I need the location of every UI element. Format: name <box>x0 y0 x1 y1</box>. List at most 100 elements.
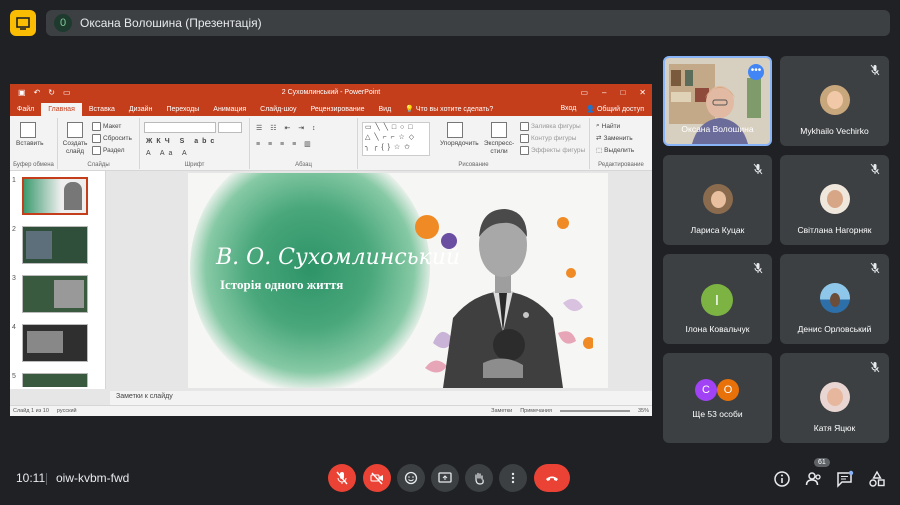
emoji-icon <box>404 471 418 485</box>
select-icon: ⬚ <box>596 147 603 154</box>
thumb-number: 1 <box>12 177 16 184</box>
font-label: Шрифт <box>184 162 205 168</box>
people-icon[interactable] <box>805 470 823 488</box>
portrait-photo <box>415 209 593 388</box>
sign-in-link: Вход <box>560 105 577 112</box>
more-options-icon[interactable]: ••• <box>748 64 764 80</box>
participant-tile[interactable]: Лариса Куцак <box>663 155 772 245</box>
clipboard-label: Буфер обмена <box>13 162 54 168</box>
activities-icon[interactable] <box>868 470 886 488</box>
participant-name: Mykhailo Vechirko <box>800 126 869 136</box>
thumb-number: 3 <box>12 275 16 282</box>
more-participants-label: Ще 53 особи <box>692 409 743 419</box>
participant-tile[interactable]: I Ілона Ковальчук <box>663 254 772 344</box>
raise-hand-button[interactable] <box>465 464 493 492</box>
shapes-gallery: ▭ ╲ ╲ □ ○ □ △ ╲ ⌐ ⌐ ☆ ◇ ╮ ╭ { } ☆ ✩ <box>362 122 430 156</box>
meeting-info-icon[interactable] <box>773 470 791 488</box>
camera-off-icon <box>370 472 383 485</box>
ppt-titlebar: ▣ ↶ ↻ ▭ 2 Сухомлинський - PowerPoint ▭ – □ ✕ <box>10 84 652 101</box>
slide-thumbnail-2 <box>22 226 88 264</box>
ppt-workspace: 1 2 3 4 5 В. О. Сухомлинський Історія од… <box>10 171 652 416</box>
camera-toggle-button[interactable] <box>363 464 391 492</box>
participant-name: Лариса Куцак <box>690 225 745 235</box>
slide-subtitle: Історія одного життя <box>220 277 344 292</box>
meeting-code: oiw-kvbm-fwd <box>56 471 130 485</box>
effects-icon <box>520 146 529 155</box>
drawing-label: Рисование <box>458 162 489 168</box>
thumb-number: 5 <box>12 373 16 380</box>
font-size-box <box>218 122 242 133</box>
slide-notes: Заметки к слайду <box>110 391 652 405</box>
participant-tile[interactable]: Mykhailo Vechirko <box>780 56 889 146</box>
avatar <box>820 283 850 313</box>
align-buttons: ≡ ≡ ≡ ≡ ▥ <box>256 141 314 148</box>
hand-icon <box>475 472 484 485</box>
slide-thumbnail-1 <box>22 177 88 215</box>
avatar <box>703 184 733 214</box>
language-indicator: русский <box>56 408 77 414</box>
slide-counter: Слайд 1 из 10 <box>13 408 49 414</box>
participant-tile[interactable]: Світлана Нагорняк <box>780 155 889 245</box>
avatar <box>820 382 850 412</box>
editing-label: Редактирование <box>598 162 644 168</box>
mic-off-icon <box>870 262 880 274</box>
tab-slideshow: Слайд-шоу <box>260 106 297 113</box>
leave-call-button[interactable] <box>534 464 570 492</box>
effects-label: Эффекты фигуры <box>531 147 586 154</box>
mic-off-icon <box>753 163 763 175</box>
fill-label: Заливка фигуры <box>531 123 581 130</box>
replace-icon: ⇄ <box>596 135 602 142</box>
font-name-box <box>144 122 216 133</box>
presenter-banner[interactable]: 0 Оксана Волошина (Презентація) <box>46 10 890 36</box>
more-participants-tile[interactable]: C O Ще 53 особи <box>663 353 772 443</box>
mic-toggle-button[interactable] <box>328 464 356 492</box>
tab-insert: Вставка <box>88 106 115 113</box>
ppt-doc-title: 2 Сухомлинський - PowerPoint <box>281 89 381 96</box>
tab-review: Рецензирование <box>310 106 365 113</box>
slides-label: Слайды <box>87 162 110 168</box>
participant-tile[interactable]: Катя Яцюк <box>780 353 889 443</box>
more-options-button[interactable] <box>499 464 527 492</box>
mic-off-icon <box>753 262 763 274</box>
participant-tile-self[interactable]: ••• Оксана Волошина <box>663 56 772 146</box>
tab-animations: Анимация <box>213 106 247 113</box>
font-group: ЖКЧ S abc A Aa A Шрифт <box>140 118 250 169</box>
ppt-statusbar: Слайд 1 из 10 русский Заметки Примечания… <box>10 405 652 416</box>
tab-file: Файл <box>17 106 35 113</box>
editing-group: ⌕ Найти ⇄ Заменить ⬚ Выделить Редактировани… <box>590 118 652 169</box>
font-format-buttons: ЖКЧ S abc <box>146 138 219 145</box>
maximize-icon: □ <box>620 88 626 97</box>
ribbon-options-icon: ▭ <box>580 88 588 97</box>
participant-tile[interactable]: Денис Орловський <box>780 254 889 344</box>
find-icon: ⌕ <box>596 122 600 129</box>
new-slide-label: Создать слайд <box>62 140 88 155</box>
quick-styles-label: Экспресс-стили <box>483 140 515 155</box>
reactions-button[interactable] <box>397 464 425 492</box>
mic-off-icon <box>336 471 348 485</box>
meeting-clock: 10:11 <box>16 471 46 485</box>
ppt-ribbon: Вставить Буфер обмена Создать слайд Маке… <box>10 116 652 171</box>
outline-icon <box>520 134 529 143</box>
new-slide-icon <box>67 122 83 138</box>
layout-icon <box>92 122 101 131</box>
presentation-icon[interactable] <box>10 10 36 36</box>
slide-thumbnails-pane: 1 2 3 4 5 <box>10 171 106 389</box>
list-buttons: ☰ ☷ ⇤ ⇥ ↕ <box>256 125 319 132</box>
quick-styles-icon <box>491 122 507 138</box>
tab-home: Главная <box>41 103 82 116</box>
section-label: Раздел <box>103 147 125 154</box>
avatar-letter: O <box>717 379 739 401</box>
present-screen-button[interactable] <box>431 464 459 492</box>
thumb-number: 4 <box>12 324 16 331</box>
arrange-icon <box>447 122 463 138</box>
avatar-letter: C <box>695 379 717 401</box>
layout-label: Макет <box>103 123 122 130</box>
slide-thumbnail-3 <box>22 275 88 313</box>
present-icon <box>438 472 452 483</box>
find-label: Найти <box>601 122 621 130</box>
ppt-ribbon-tabs: Файл Главная Вставка Дизайн Переходы Ани… <box>10 101 652 116</box>
share-button: 👤 Общий доступ <box>586 106 644 113</box>
participant-name: Оксана Волошина <box>681 124 754 134</box>
chat-icon[interactable] <box>836 470 854 488</box>
slide-thumbnail-4 <box>22 324 88 362</box>
